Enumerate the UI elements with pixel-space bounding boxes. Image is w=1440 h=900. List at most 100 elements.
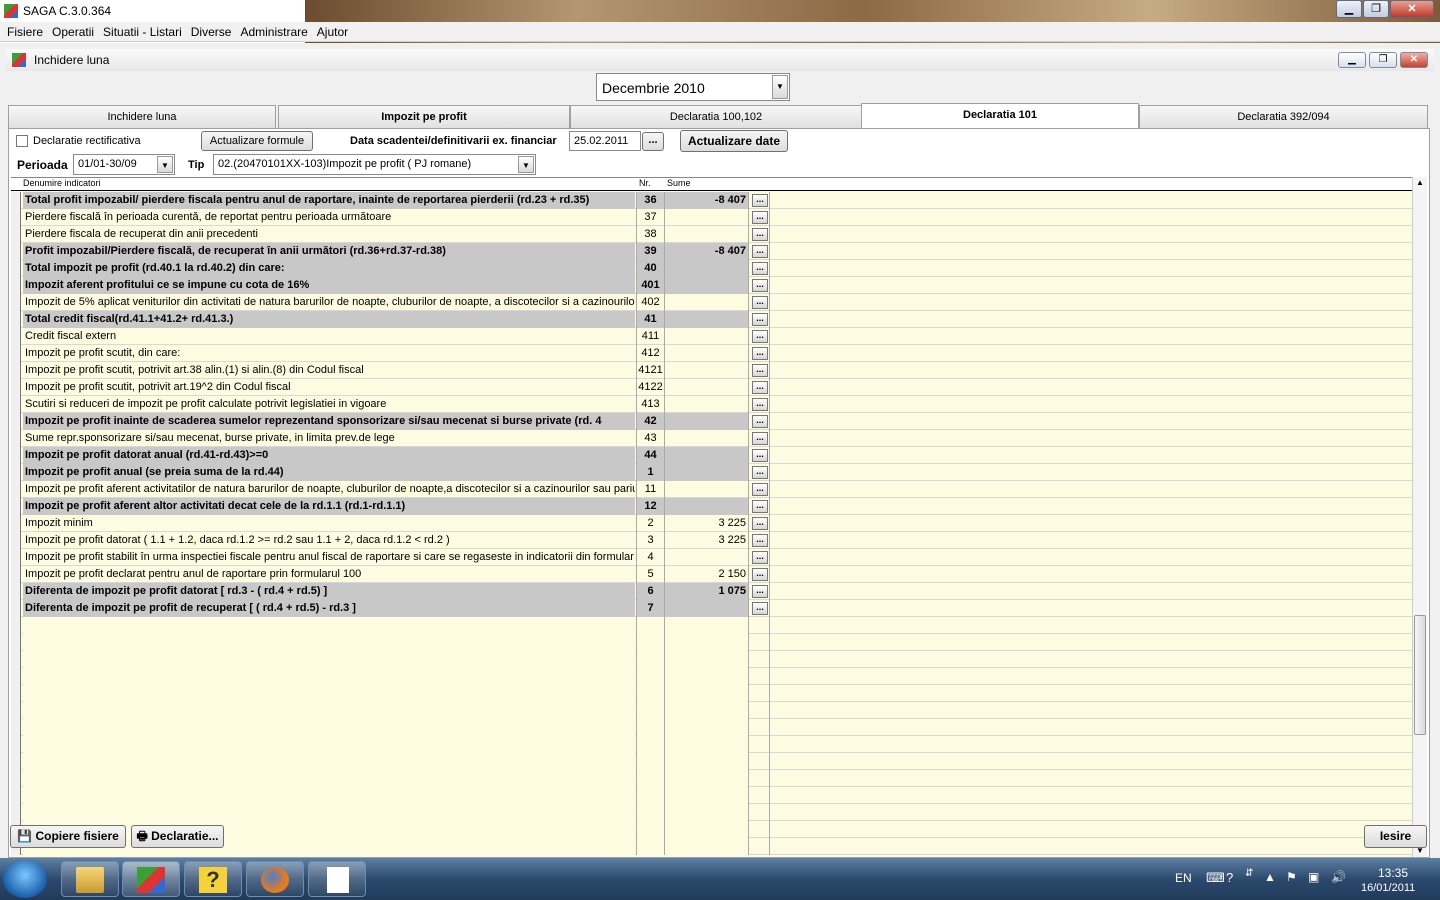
child-close-button[interactable]: ✕ [1400, 52, 1428, 68]
language-indicator[interactable]: EN [1175, 871, 1192, 885]
flag-icon[interactable]: ⚑ [1286, 870, 1297, 884]
help-tray-icon[interactable]: ? [1226, 870, 1233, 885]
row-details-button[interactable]: ... [752, 500, 768, 513]
cell-suma[interactable] [664, 396, 748, 413]
row-details-button[interactable]: ... [752, 347, 768, 360]
cell-suma[interactable] [664, 736, 748, 753]
chevron-down-icon[interactable]: ▼ [518, 156, 534, 173]
cell-suma[interactable] [664, 617, 748, 634]
table-row[interactable]: Impozit pe profit aferent altor activita… [11, 498, 1413, 515]
taskbar-saga[interactable] [122, 861, 180, 897]
scroll-up-icon[interactable]: ▲ [1416, 178, 1424, 187]
table-row[interactable]: Impozit pe profit anual (se preia suma d… [11, 464, 1413, 481]
taskbar-document[interactable] [308, 861, 366, 897]
keyboard-icon[interactable]: ⌨ [1206, 870, 1225, 886]
cell-suma[interactable] [664, 685, 748, 702]
cell-suma[interactable] [664, 294, 748, 311]
taskbar-firefox[interactable] [246, 861, 304, 897]
table-row[interactable]: Impozit pe profit aferent activitatilor … [11, 481, 1413, 498]
cell-suma[interactable] [664, 413, 748, 430]
table-row[interactable]: Impozit pe profit stabilit în urma inspe… [11, 549, 1413, 566]
row-details-button[interactable]: ... [752, 568, 768, 581]
table-row[interactable] [11, 651, 1413, 668]
cell-suma[interactable]: -8 407 [664, 243, 748, 260]
iesire-button[interactable]: Iesire [1364, 825, 1427, 848]
table-row[interactable] [11, 634, 1413, 651]
table-row[interactable]: Impozit pe profit declarat pentru anul d… [11, 566, 1413, 583]
chevron-down-icon[interactable]: ▼ [772, 75, 788, 99]
cell-suma[interactable] [664, 770, 748, 787]
table-row[interactable]: Total impozit pe profit (rd.40.1 la rd.4… [11, 260, 1413, 277]
cell-suma[interactable]: -8 407 [664, 192, 748, 209]
row-details-button[interactable]: ... [752, 279, 768, 292]
table-row[interactable]: Impozit pe profit datorat ( 1.1 + 1.2, d… [11, 532, 1413, 549]
cell-suma[interactable] [664, 345, 748, 362]
volume-icon[interactable]: 🔊 [1331, 870, 1346, 884]
start-button[interactable] [3, 860, 47, 898]
taskbar-explorer[interactable] [61, 861, 119, 897]
table-row[interactable] [11, 753, 1413, 770]
cell-suma[interactable] [664, 702, 748, 719]
cell-suma[interactable] [664, 549, 748, 566]
table-row[interactable]: Pierdere fiscală în perioada curentă, de… [11, 209, 1413, 226]
table-row[interactable] [11, 736, 1413, 753]
tab-declaratia-392-094[interactable]: Declaratia 392/094 [1139, 105, 1428, 129]
row-details-button[interactable]: ... [752, 313, 768, 326]
table-row[interactable]: Profit impozabil/Pierdere fiscală, de re… [11, 243, 1413, 260]
cell-suma[interactable] [664, 379, 748, 396]
menu-situatii[interactable]: Situatii - Listari [103, 25, 182, 39]
table-row[interactable]: Sume repr.sponsorizare si/sau mecenat, b… [11, 430, 1413, 447]
cell-suma[interactable]: 3 225 [664, 515, 748, 532]
actualizare-date-button[interactable]: Actualizare date [680, 130, 788, 152]
tab-impozit-pe-profit[interactable]: Impozit pe profit [278, 105, 570, 129]
table-row[interactable]: Impozit de 5% aplicat veniturilor din ac… [11, 294, 1413, 311]
cell-suma[interactable] [664, 277, 748, 294]
checkbox-box[interactable] [16, 135, 28, 147]
child-restore-button[interactable]: ❐ [1369, 52, 1397, 68]
declaratie-button[interactable]: 🖶 Declaratie... [131, 825, 224, 848]
table-row[interactable]: Impozit aferent profitului ce se impune … [11, 277, 1413, 294]
rectificativa-checkbox[interactable]: Declaratie rectificativa [16, 135, 141, 147]
tip-select[interactable]: 02.(20470101XX-103)Impozit pe profit ( P… [213, 154, 536, 175]
menu-operatii[interactable]: Operatii [52, 25, 94, 39]
vertical-scrollbar[interactable]: ▲ ▼ [1412, 177, 1427, 857]
table-row[interactable]: Scutiri si reduceri de impozit pe profit… [11, 396, 1413, 413]
cell-suma[interactable] [664, 328, 748, 345]
table-row[interactable] [11, 617, 1413, 634]
cell-suma[interactable] [664, 260, 748, 277]
data-scadentei-input[interactable]: 25.02.2011 [569, 131, 641, 151]
table-row[interactable]: Impozit pe profit inainte de scaderea su… [11, 413, 1413, 430]
child-minimize-button[interactable]: ▁ [1338, 52, 1366, 68]
row-details-button[interactable]: ... [752, 228, 768, 241]
row-details-button[interactable]: ... [752, 602, 768, 615]
row-details-button[interactable]: ... [752, 296, 768, 309]
month-select[interactable]: Decembrie 2010 ▼ [596, 73, 790, 101]
menu-ajutor[interactable]: Ajutor [317, 25, 348, 39]
tab-declaratia-101[interactable]: Declaratia 101 [861, 103, 1139, 129]
row-details-button[interactable]: ... [752, 466, 768, 479]
cell-suma[interactable] [664, 634, 748, 651]
scrollbar-thumb[interactable] [1414, 615, 1426, 735]
table-row[interactable] [11, 685, 1413, 702]
perioada-select[interactable]: 01/01-30/09 ▼ [73, 154, 175, 175]
row-details-button[interactable]: ... [752, 534, 768, 547]
menu-fisiere[interactable]: Fisiere [7, 25, 43, 39]
table-row[interactable]: Total profit impozabil/ pierdere fiscala… [11, 192, 1413, 209]
table-row[interactable]: Diferenta de impozit pe profit de recupe… [11, 600, 1413, 617]
table-row[interactable] [11, 719, 1413, 736]
row-details-button[interactable]: ... [752, 330, 768, 343]
cell-suma[interactable] [664, 362, 748, 379]
row-details-button[interactable]: ... [752, 449, 768, 462]
copiere-fisiere-button[interactable]: 💾 Copiere fisiere [10, 825, 126, 848]
actualizare-formule-button[interactable]: Actualizare formule [201, 131, 313, 151]
clock-time[interactable]: 13:35 [1378, 866, 1408, 880]
maximize-button[interactable]: ❐ [1363, 0, 1389, 18]
tab-inchidere-luna[interactable]: Inchidere luna [8, 105, 276, 129]
cell-suma[interactable] [664, 787, 748, 804]
table-row[interactable] [11, 770, 1413, 787]
cell-suma[interactable] [664, 651, 748, 668]
row-details-button[interactable]: ... [752, 211, 768, 224]
table-row[interactable] [11, 787, 1413, 804]
close-button[interactable]: ✕ [1390, 0, 1434, 18]
clock-date[interactable]: 16/01/2011 [1361, 882, 1415, 894]
